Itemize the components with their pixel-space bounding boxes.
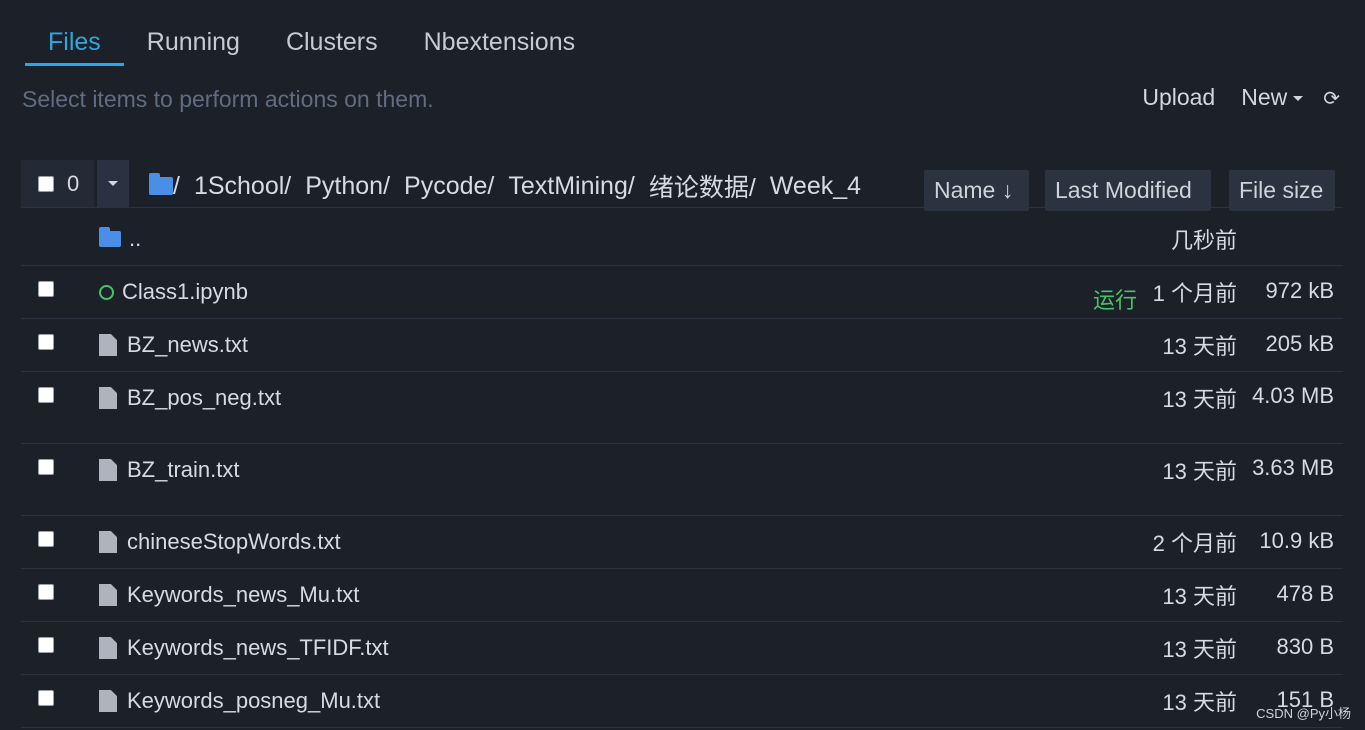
file-icon bbox=[99, 690, 117, 712]
file-link[interactable]: BZ_news.txt bbox=[99, 332, 248, 358]
file-icon bbox=[99, 459, 117, 481]
sort-name-button[interactable]: Name ↓ bbox=[924, 170, 1029, 211]
breadcrumb-item[interactable]: 1School/ bbox=[194, 172, 291, 201]
last-modified: 13 天前 bbox=[1162, 334, 1237, 359]
last-modified: 13 天前 bbox=[1162, 584, 1237, 609]
list-item-parent-folder[interactable]: .. 几秒前 bbox=[21, 213, 1343, 266]
file-link[interactable]: Class1.ipynb bbox=[99, 279, 248, 305]
last-modified: 几秒前 bbox=[1170, 228, 1237, 253]
selected-count: 0 bbox=[67, 170, 80, 196]
file-name: BZ_pos_neg.txt bbox=[127, 385, 282, 410]
file-size: 4.03 MB bbox=[1252, 383, 1334, 408]
file-name: Keywords_news_Mu.txt bbox=[127, 582, 360, 607]
file-size: 10.9 kB bbox=[1259, 528, 1334, 553]
caret-down-icon bbox=[108, 181, 118, 186]
file-icon bbox=[99, 531, 117, 553]
tab-nbextensions[interactable]: Nbextensions bbox=[401, 18, 598, 66]
new-button-label: New bbox=[1241, 84, 1288, 110]
breadcrumb-current[interactable]: Week_4 bbox=[770, 172, 861, 201]
row-checkbox[interactable] bbox=[38, 531, 54, 547]
last-modified: 13 天前 bbox=[1162, 690, 1237, 715]
main-tabs: Files Running Clusters Nbextensions bbox=[25, 18, 598, 66]
file-icon bbox=[99, 637, 117, 659]
upload-button[interactable]: Upload bbox=[1142, 84, 1215, 111]
file-icon bbox=[99, 334, 117, 356]
list-item: Class1.ipynb 运行 1 个月前 972 kB bbox=[21, 266, 1343, 319]
row-checkbox[interactable] bbox=[38, 690, 54, 706]
tab-running[interactable]: Running bbox=[124, 18, 263, 66]
file-size: 478 B bbox=[1276, 581, 1335, 606]
breadcrumb-root[interactable]: / bbox=[173, 172, 180, 201]
row-checkbox[interactable] bbox=[38, 281, 54, 297]
selection-hint: Select items to perform actions on them. bbox=[22, 86, 434, 112]
file-actions: Upload New ⟳ bbox=[1142, 84, 1340, 111]
file-link[interactable]: chineseStopWords.txt bbox=[99, 529, 341, 555]
breadcrumb-item[interactable]: Python/ bbox=[305, 172, 390, 201]
list-item: BZ_train.txt 13 天前 3.63 MB bbox=[21, 444, 1343, 516]
sort-file-size-button[interactable]: File size bbox=[1229, 170, 1335, 211]
row-checkbox[interactable] bbox=[38, 334, 54, 350]
list-item: Keywords_posneg_Mu.txt 13 天前 151 B bbox=[21, 675, 1343, 728]
refresh-icon[interactable]: ⟳ bbox=[1323, 86, 1340, 110]
caret-down-icon bbox=[1293, 96, 1304, 101]
last-modified: 2 个月前 bbox=[1152, 531, 1237, 556]
row-checkbox[interactable] bbox=[38, 459, 54, 475]
file-size: 972 kB bbox=[1265, 278, 1335, 303]
list-item: chineseStopWords.txt 2 个月前 10.9 kB bbox=[21, 516, 1343, 569]
file-name: chineseStopWords.txt bbox=[127, 529, 341, 554]
folder-icon bbox=[99, 227, 121, 247]
file-size: 3.63 MB bbox=[1252, 455, 1334, 480]
folder-icon[interactable] bbox=[149, 173, 173, 195]
file-list: .. 几秒前 Class1.ipynb 运行 1 个月前 972 kB BZ_n… bbox=[21, 213, 1343, 728]
breadcrumb-item[interactable]: 绪论数据/ bbox=[649, 168, 756, 204]
last-modified: 1 个月前 bbox=[1152, 281, 1237, 306]
file-list-toolbar: 0 / 1School/ Python/ Pycode/ TextMining/… bbox=[21, 160, 1343, 211]
breadcrumb-item[interactable]: TextMining/ bbox=[508, 172, 634, 201]
file-link[interactable]: BZ_train.txt bbox=[99, 457, 239, 483]
new-dropdown-button[interactable]: New bbox=[1241, 84, 1304, 111]
file-name: Class1.ipynb bbox=[122, 279, 248, 304]
file-link[interactable]: Keywords_news_TFIDF.txt bbox=[99, 635, 389, 661]
file-name: BZ_train.txt bbox=[127, 457, 240, 482]
tab-files[interactable]: Files bbox=[25, 18, 124, 66]
last-modified: 13 天前 bbox=[1162, 387, 1237, 412]
file-name: Keywords_posneg_Mu.txt bbox=[127, 688, 381, 713]
select-all-checkbox[interactable] bbox=[38, 175, 54, 192]
file-name: Keywords_news_TFIDF.txt bbox=[127, 635, 389, 660]
list-item: BZ_pos_neg.txt 13 天前 4.03 MB bbox=[21, 372, 1343, 444]
row-checkbox[interactable] bbox=[38, 637, 54, 653]
last-modified: 13 天前 bbox=[1162, 459, 1237, 484]
file-link[interactable]: Keywords_news_Mu.txt bbox=[99, 582, 359, 608]
sort-last-modified-button[interactable]: Last Modified bbox=[1045, 170, 1211, 211]
file-icon bbox=[99, 387, 117, 409]
tab-clusters[interactable]: Clusters bbox=[263, 18, 401, 66]
file-name: BZ_news.txt bbox=[127, 332, 249, 357]
file-link[interactable]: BZ_pos_neg.txt bbox=[99, 385, 281, 411]
list-item: Keywords_news_TFIDF.txt 13 天前 830 B bbox=[21, 622, 1343, 675]
list-item: Keywords_news_Mu.txt 13 天前 478 B bbox=[21, 569, 1343, 622]
breadcrumb: / 1School/ Python/ Pycode/ TextMining/ 绪… bbox=[149, 168, 875, 204]
list-item: BZ_news.txt 13 天前 205 kB bbox=[21, 319, 1343, 372]
file-size: 205 kB bbox=[1265, 331, 1335, 356]
running-status: 运行 bbox=[1092, 288, 1137, 313]
file-link[interactable]: Keywords_posneg_Mu.txt bbox=[99, 688, 380, 714]
file-name: .. bbox=[129, 226, 142, 251]
breadcrumb-item[interactable]: Pycode/ bbox=[404, 172, 494, 201]
file-icon bbox=[99, 584, 117, 606]
watermark: CSDN @Py小杨 bbox=[1256, 706, 1351, 721]
selection-dropdown-button[interactable] bbox=[97, 160, 129, 207]
parent-folder-link[interactable]: .. bbox=[99, 226, 141, 252]
last-modified: 13 天前 bbox=[1162, 637, 1237, 662]
notebook-running-icon bbox=[99, 284, 114, 300]
select-all-control: 0 bbox=[21, 160, 94, 207]
file-size: 830 B bbox=[1276, 634, 1335, 659]
row-checkbox[interactable] bbox=[38, 387, 54, 403]
row-checkbox[interactable] bbox=[38, 584, 54, 600]
